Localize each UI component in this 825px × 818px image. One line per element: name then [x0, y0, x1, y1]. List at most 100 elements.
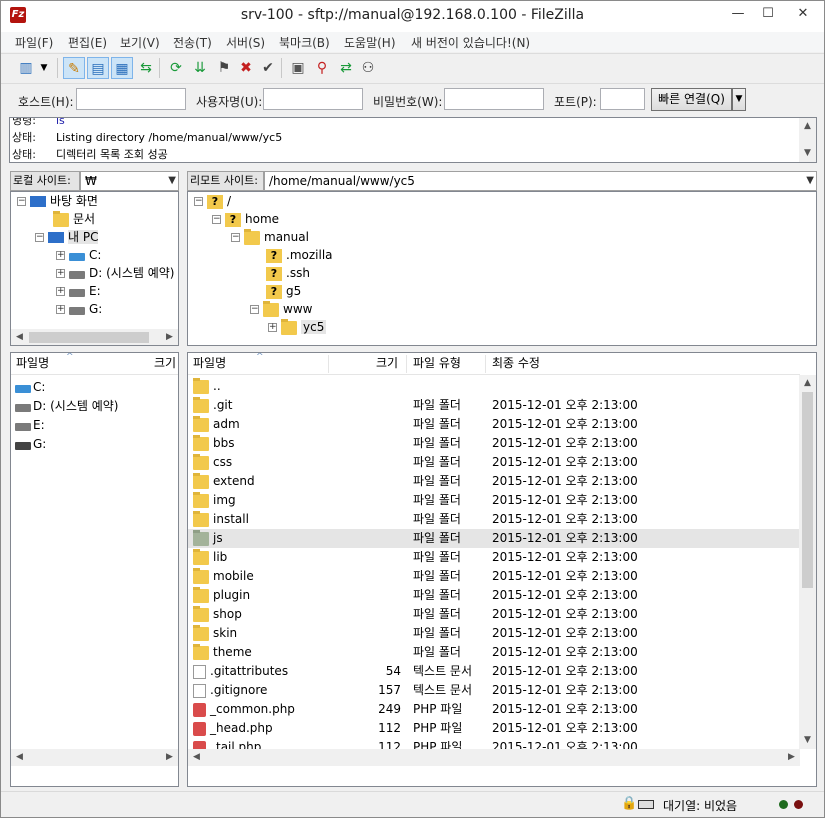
table-row[interactable]: plugin 파일 폴더 2015-12-01 오후 2:13:00: [188, 586, 800, 605]
tree-node[interactable]: −? home: [212, 210, 279, 228]
table-row[interactable]: .gitignore 157 텍스트 문서 2015-12-01 오후 2:13:00: [188, 681, 800, 700]
tree-node[interactable]: ? g5: [266, 282, 301, 300]
scroll-right-icon[interactable]: ▶: [161, 749, 178, 766]
toggle-remote-tree-icon[interactable]: ▦: [111, 57, 133, 79]
table-row[interactable]: mobile 파일 폴더 2015-12-01 오후 2:13:00: [188, 567, 800, 586]
menu-new-version[interactable]: 새 버전이 있습니다!(N): [411, 34, 530, 51]
toggle-local-tree-icon[interactable]: ▤: [87, 57, 109, 79]
tree-node[interactable]: + E:: [56, 282, 101, 300]
column-header-filename[interactable]: 파일명: [193, 356, 226, 370]
directory-comparison-icon[interactable]: ⚲: [311, 57, 333, 79]
column-divider[interactable]: [485, 355, 486, 373]
table-row[interactable]: skin 파일 폴더 2015-12-01 오후 2:13:00: [188, 624, 800, 643]
close-icon[interactable]: ✕: [783, 1, 823, 27]
list-item[interactable]: D: (시스템 예약): [11, 397, 161, 416]
scroll-right-icon[interactable]: ▶: [783, 749, 800, 766]
scroll-right-icon[interactable]: ▶: [161, 329, 178, 345]
remote-directory-tree[interactable]: −? / −? home − manual ? .mozilla ? .ssh ? g5 −…: [187, 191, 817, 346]
host-input[interactable]: [76, 88, 186, 110]
site-manager-icon[interactable]: ▥: [15, 57, 37, 79]
tree-node[interactable]: ? .ssh: [266, 264, 310, 282]
local-site-path[interactable]: ₩ ▼: [80, 171, 179, 191]
table-row[interactable]: bbs 파일 폴더 2015-12-01 오후 2:13:00: [188, 434, 800, 453]
search-remote-files-icon[interactable]: ⚇: [357, 57, 379, 79]
scroll-left-icon[interactable]: ◀: [188, 749, 205, 766]
tree-node[interactable]: − 바탕 화면: [17, 192, 98, 210]
scroll-down-icon[interactable]: ▼: [799, 145, 816, 162]
table-row[interactable]: shop 파일 폴더 2015-12-01 오후 2:13:00: [188, 605, 800, 624]
tree-node[interactable]: 문서: [53, 210, 95, 228]
column-header-size[interactable]: 크기: [154, 353, 176, 373]
scrollbar-thumb[interactable]: [29, 332, 149, 343]
table-row[interactable]: lib 파일 폴더 2015-12-01 오후 2:13:00: [188, 548, 800, 567]
column-header-filetype[interactable]: 파일 유형: [413, 353, 461, 373]
tree-node[interactable]: ? .mozilla: [266, 246, 333, 264]
process-queue-icon[interactable]: ⇊: [189, 57, 211, 79]
table-row[interactable]: _head.php 112 PHP 파일 2015-12-01 오후 2:13:00: [188, 719, 800, 738]
remote-file-list[interactable]: 파일명 ^ 크기 파일 유형 최종 수정 .. .git 파일 폴더 2015-12-…: [187, 352, 817, 787]
scrollbar-thumb[interactable]: [802, 392, 813, 588]
scroll-up-icon[interactable]: ▲: [799, 118, 816, 135]
table-row[interactable]: js 파일 폴더 2015-12-01 오후 2:13:00: [188, 529, 800, 548]
quickconnect-dropdown-icon[interactable]: ▼: [732, 88, 746, 111]
title-bar[interactable]: Fz srv-100 - sftp://manual@192.168.0.100…: [1, 1, 824, 32]
site-manager-dropdown-icon[interactable]: ▼: [37, 57, 51, 79]
tree-node[interactable]: −? /: [194, 192, 231, 210]
menu-view[interactable]: 보기(V): [120, 34, 160, 51]
reconnect-icon[interactable]: ✔: [257, 57, 279, 79]
remote-list-hscrollbar[interactable]: ◀ ▶: [188, 749, 800, 766]
list-item[interactable]: C:: [11, 378, 161, 397]
toggle-transfer-queue-icon[interactable]: ⇆: [135, 57, 157, 79]
list-item[interactable]: E:: [11, 416, 161, 435]
column-header-last-modified[interactable]: 최종 수정: [492, 353, 540, 373]
scroll-up-icon[interactable]: ▲: [799, 375, 816, 392]
column-divider[interactable]: [406, 355, 407, 373]
menu-help[interactable]: 도움말(H): [344, 34, 396, 51]
remote-site-path[interactable]: /home/manual/www/yc5 ▼: [264, 171, 817, 191]
column-header-size[interactable]: 크기: [376, 353, 398, 373]
tree-node[interactable]: − manual: [231, 228, 309, 246]
tree-node[interactable]: + yc5: [268, 318, 327, 336]
log-scrollbar[interactable]: ▲ ▼: [799, 118, 816, 162]
menu-transfer[interactable]: 전송(T): [173, 34, 212, 51]
table-row[interactable]: _common.php 249 PHP 파일 2015-12-01 오후 2:13:0…: [188, 700, 800, 719]
port-input[interactable]: [600, 88, 645, 110]
table-row[interactable]: css 파일 폴더 2015-12-01 오후 2:13:00: [188, 453, 800, 472]
quickconnect-button[interactable]: 빠른 연결(Q): [651, 88, 732, 111]
table-row[interactable]: .gitattributes 54 텍스트 문서 2015-12-01 오후 2:13…: [188, 662, 800, 681]
password-input[interactable]: [444, 88, 544, 110]
toggle-message-log-icon[interactable]: ✎: [63, 57, 85, 79]
remote-list-vscrollbar[interactable]: ▲ ▼: [799, 375, 816, 749]
tree-node[interactable]: − www: [250, 300, 312, 318]
cancel-operation-icon[interactable]: ⚑: [213, 57, 235, 79]
tree-node[interactable]: + D: (시스템 예약): [56, 264, 174, 282]
directory-listing-filters-icon[interactable]: ▣: [287, 57, 309, 79]
list-item[interactable]: G:: [11, 435, 161, 454]
table-row[interactable]: adm 파일 폴더 2015-12-01 오후 2:13:00: [188, 415, 800, 434]
menu-file[interactable]: 파일(F): [15, 34, 53, 51]
menu-edit[interactable]: 편집(E): [68, 34, 107, 51]
scroll-left-icon[interactable]: ◀: [11, 329, 28, 345]
minimize-icon[interactable]: —: [723, 1, 753, 27]
column-header-filename[interactable]: 파일명: [16, 356, 49, 370]
table-row[interactable]: img 파일 폴더 2015-12-01 오후 2:13:00: [188, 491, 800, 510]
local-list-hscrollbar[interactable]: ◀ ▶: [11, 749, 178, 766]
table-row[interactable]: install 파일 폴더 2015-12-01 오후 2:13:00: [188, 510, 800, 529]
maximize-icon[interactable]: ☐: [753, 1, 783, 27]
tree-node[interactable]: + C:: [56, 246, 101, 264]
column-divider[interactable]: [328, 355, 329, 373]
menu-bookmarks[interactable]: 북마크(B): [279, 34, 330, 51]
refresh-icon[interactable]: ⟳: [165, 57, 187, 79]
message-log[interactable]: 명령: ls 상태: Listing directory /home/manual/…: [9, 117, 817, 163]
username-input[interactable]: [263, 88, 363, 110]
table-row[interactable]: theme 파일 폴더 2015-12-01 오후 2:13:00: [188, 643, 800, 662]
chevron-down-icon[interactable]: ▼: [168, 172, 176, 190]
menu-server[interactable]: 서버(S): [226, 34, 265, 51]
table-row[interactable]: .git 파일 폴더 2015-12-01 오후 2:13:00: [188, 396, 800, 415]
local-tree-hscrollbar[interactable]: ◀ ▶: [11, 329, 178, 345]
tree-node[interactable]: − 내 PC: [35, 228, 99, 246]
table-row[interactable]: extend 파일 폴더 2015-12-01 오후 2:13:00: [188, 472, 800, 491]
tree-node[interactable]: + G:: [56, 300, 102, 318]
chevron-down-icon[interactable]: ▼: [806, 172, 814, 190]
scroll-left-icon[interactable]: ◀: [11, 749, 28, 766]
